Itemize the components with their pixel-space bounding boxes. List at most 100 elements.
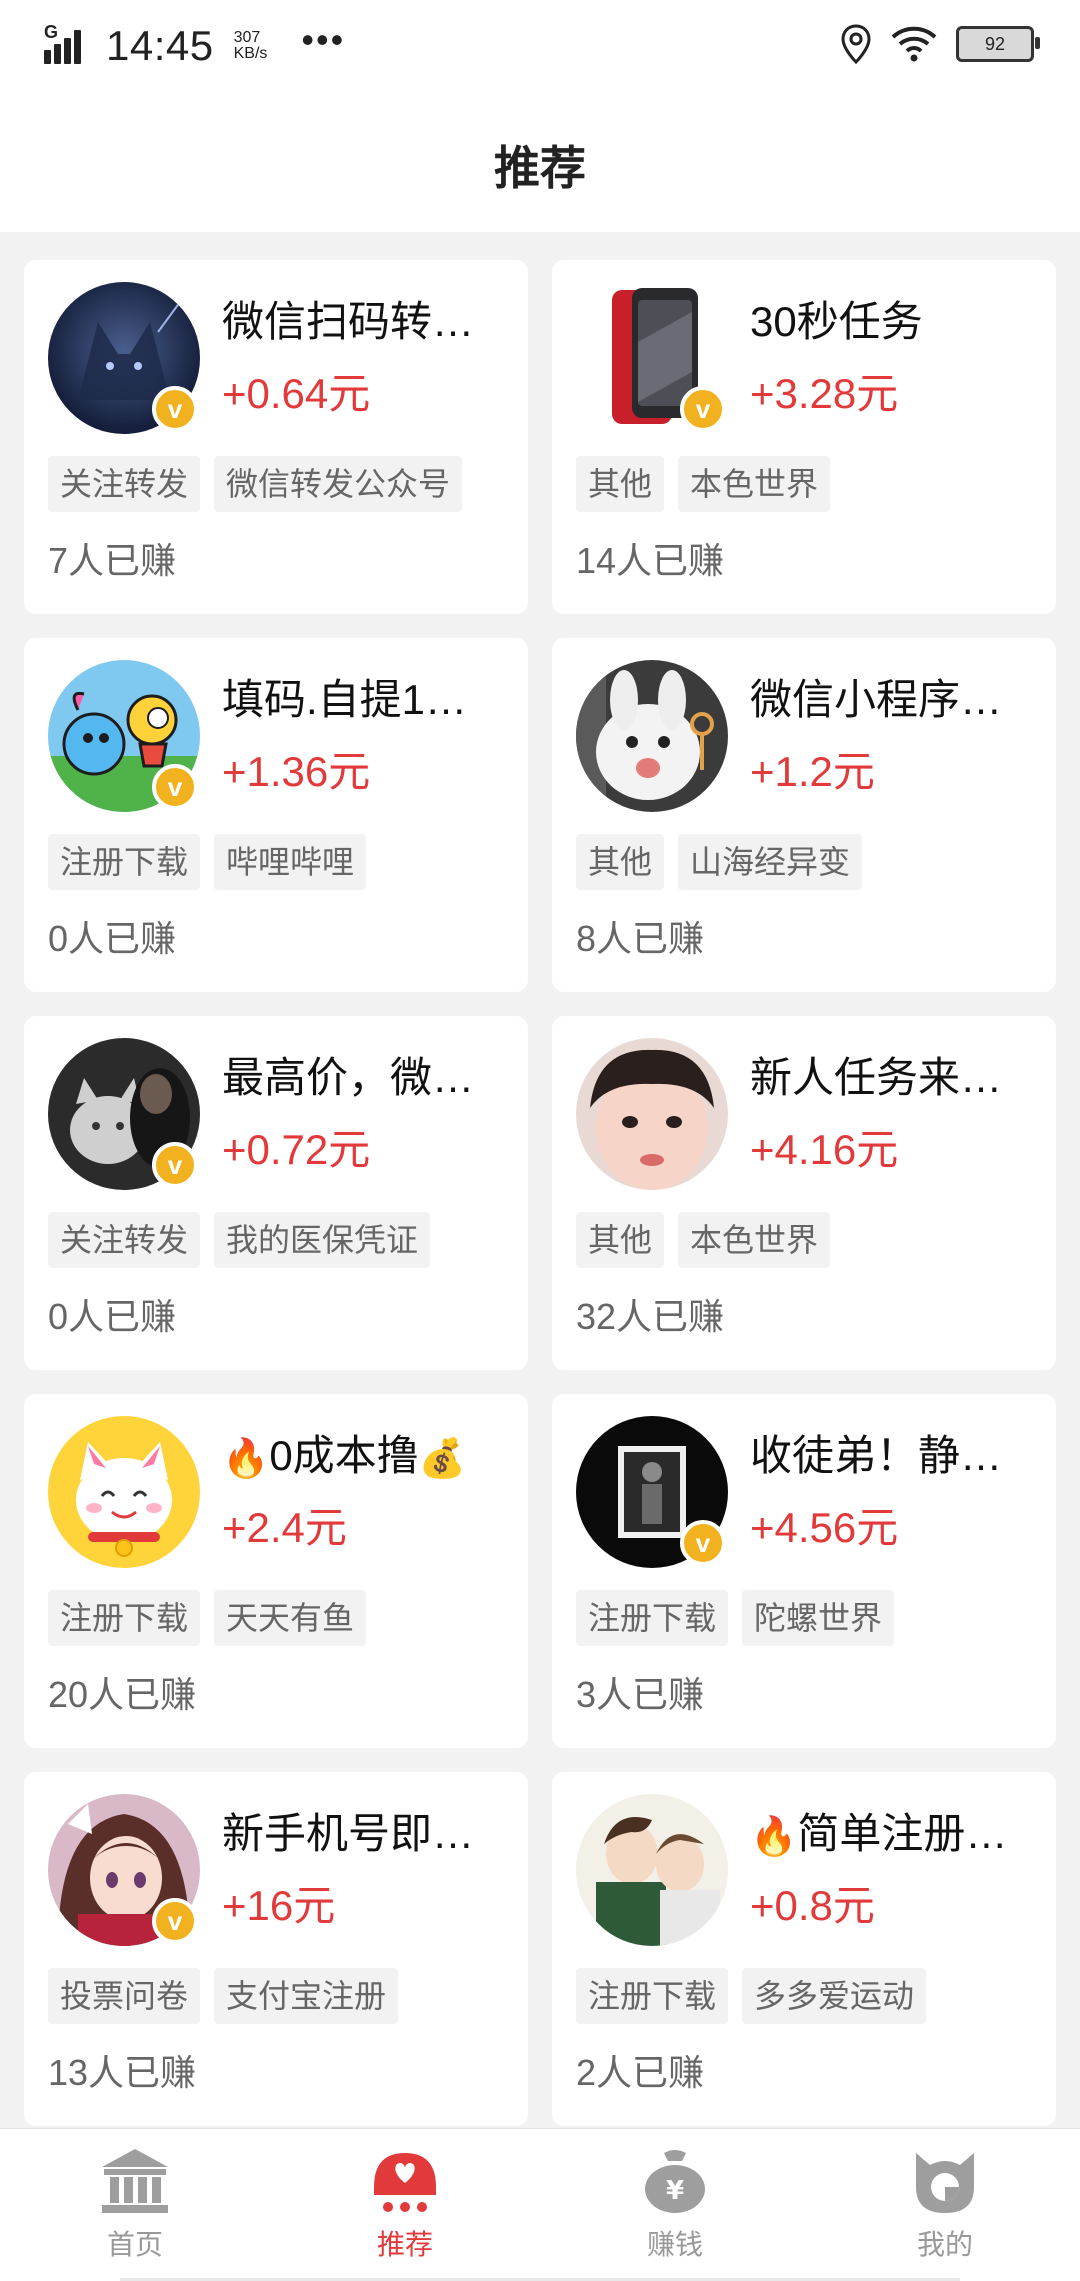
money-bag-emoji-icon: 💰: [418, 1437, 467, 1480]
task-reward: +0.64元: [222, 370, 371, 417]
page-header: 推荐: [0, 88, 1080, 232]
earned-count: 2人已赚: [576, 2052, 705, 2093]
fire-icon: 🔥: [750, 1815, 798, 1858]
more-notifications-icon: •••: [301, 19, 346, 60]
app-tag: 微信转发公众号: [214, 456, 463, 512]
lucky-cat-avatar-icon: [48, 1416, 200, 1568]
task-tags: 其他 本色世界: [576, 1212, 831, 1268]
verified-badge-icon: v: [152, 386, 198, 432]
app-tag: 天天有鱼: [214, 1590, 367, 1646]
earned-count: 0人已赚: [48, 918, 177, 959]
task-tags: 其他 山海经异变: [576, 834, 863, 890]
app-tag: 我的医保凭证: [214, 1212, 431, 1268]
task-title: 新手机号即…: [222, 1810, 475, 1857]
task-tags: 投票问卷 支付宝注册: [48, 1968, 399, 2024]
task-reward: +4.16元: [750, 1126, 899, 1173]
status-left: G 14:45 307 KB/s •••: [44, 18, 345, 74]
tab-recommend-label: 推荐: [376, 2229, 433, 2260]
network-speed: 307 KB/s: [234, 30, 268, 62]
category-tag: 注册下载: [48, 1590, 201, 1646]
task-title: 🔥0成本撸💰: [222, 1430, 512, 1485]
task-reward: +0.8元: [750, 1882, 875, 1929]
status-right: 92: [840, 24, 1040, 64]
app-tag: 山海经异变: [678, 834, 863, 890]
earned-count: 7人已赚: [48, 540, 177, 581]
category-tag: 注册下载: [576, 1590, 729, 1646]
verified-badge-icon: v: [152, 1898, 198, 1944]
recommend-icon: [374, 2153, 436, 2212]
task-reward: +1.36元: [222, 748, 371, 795]
task-card[interactable]: v 微信扫码转… +0.64元 关注转发 微信转发公众号 7人已赚: [24, 260, 528, 614]
status-time: 14:45: [106, 22, 214, 69]
app-tag: 陀螺世界: [742, 1590, 895, 1646]
task-tags: 注册下载 陀螺世界: [576, 1590, 895, 1646]
task-reward: +1.2元: [750, 748, 875, 795]
app-tag: 本色世界: [678, 456, 831, 512]
task-title: 🔥简单注册…: [750, 1808, 1040, 1863]
task-title: 新人任务来…: [750, 1054, 1003, 1101]
task-tags: 关注转发 微信转发公众号: [48, 456, 463, 512]
bunny-avatar-icon: [576, 660, 728, 812]
child-avatar-icon: [576, 1038, 728, 1190]
battery-icon: 92: [956, 26, 1040, 62]
location-icon: [841, 24, 871, 64]
task-card[interactable]: 新人任务来… +4.16元 其他 本色世界 32人已赚: [552, 1016, 1056, 1370]
earned-count: 8人已赚: [576, 918, 705, 959]
earned-count: 20人已赚: [48, 1674, 197, 1715]
task-card[interactable]: v 30秒任务 +3.28元 其他 本色世界 14人已赚: [552, 260, 1056, 614]
fire-icon: 🔥: [222, 1437, 270, 1480]
task-grid: v 微信扫码转… +0.64元 关注转发 微信转发公众号 7人已赚 v 30秒任…: [24, 260, 1056, 2126]
app-tag: 本色世界: [678, 1212, 831, 1268]
task-tags: 其他 本色世界: [576, 456, 831, 512]
wifi-icon: [891, 26, 937, 62]
couple-avatar-icon: [576, 1794, 728, 1946]
task-reward: +2.4元: [222, 1504, 347, 1551]
speed-unit: KB/s: [233, 45, 268, 62]
task-card[interactable]: 🔥0成本撸💰 +2.4元 注册下载 天天有鱼 20人已赚: [24, 1394, 528, 1748]
tab-earn[interactable]: ¥ 赚钱: [540, 2129, 810, 2281]
category-tag: 投票问卷: [48, 1968, 201, 2024]
task-card[interactable]: v 最高价，微… +0.72元 关注转发 我的医保凭证 0人已赚: [24, 1016, 528, 1370]
network-type: G: [44, 22, 59, 42]
status-bar: G 14:45 307 KB/s ••• 92: [0, 0, 1080, 88]
task-card[interactable]: v 新手机号即… +16元 投票问卷 支付宝注册 13人已赚: [24, 1772, 528, 2126]
task-reward: +3.28元: [750, 370, 899, 417]
tab-profile[interactable]: 我的: [810, 2129, 1080, 2281]
task-card[interactable]: v 收徒弟！静… +4.56元 注册下载 陀螺世界 3人已赚: [552, 1394, 1056, 1748]
tab-home[interactable]: 首页: [0, 2129, 270, 2281]
task-reward: +16元: [222, 1882, 336, 1929]
task-tags: 注册下载 哔哩哔哩: [48, 834, 367, 890]
task-card[interactable]: 🔥简单注册… +0.8元 注册下载 多多爱运动 2人已赚: [552, 1772, 1056, 2126]
task-reward: +0.72元: [222, 1126, 371, 1173]
verified-badge-icon: v: [152, 764, 198, 810]
verified-badge-icon: v: [152, 1142, 198, 1188]
task-tags: 注册下载 天天有鱼: [48, 1590, 367, 1646]
task-title-text: 简单注册…: [797, 1810, 1008, 1857]
app-tag: 支付宝注册: [214, 1968, 399, 2024]
task-title: 收徒弟！静…: [750, 1432, 1003, 1479]
earned-count: 13人已赚: [48, 2052, 197, 2093]
task-card[interactable]: v 填码.自提1… +1.36元 注册下载 哔哩哔哩 0人已赚: [24, 638, 528, 992]
profile-icon: [916, 2153, 974, 2213]
category-tag: 其他: [576, 456, 665, 512]
task-title: 30秒任务: [750, 298, 923, 345]
verified-badge-icon: v: [680, 1520, 726, 1566]
earned-count: 32人已赚: [576, 1296, 725, 1337]
task-reward: +4.56元: [750, 1504, 899, 1551]
task-tags: 关注转发 我的医保凭证: [48, 1212, 431, 1268]
bottom-tab-bar: 首页 推荐 ¥ 赚钱 我的: [0, 2128, 1080, 2281]
task-card[interactable]: 微信小程序… +1.2元 其他 山海经异变 8人已赚: [552, 638, 1056, 992]
tab-profile-label: 我的: [916, 2229, 973, 2260]
tab-recommend[interactable]: 推荐: [270, 2129, 540, 2281]
task-title: 最高价，微…: [222, 1054, 475, 1101]
task-title: 微信扫码转…: [222, 298, 475, 345]
category-tag: 注册下载: [48, 834, 201, 890]
task-title: 填码.自提1…: [222, 676, 468, 723]
speed-value: 307: [233, 29, 261, 46]
signal-icon: G: [44, 22, 90, 64]
task-tags: 注册下载 多多爱运动: [576, 1968, 927, 2024]
category-tag: 其他: [576, 1212, 665, 1268]
money-bag-icon: ¥: [645, 2150, 705, 2213]
earned-count: 14人已赚: [576, 540, 725, 581]
app-tag: 多多爱运动: [742, 1968, 927, 2024]
